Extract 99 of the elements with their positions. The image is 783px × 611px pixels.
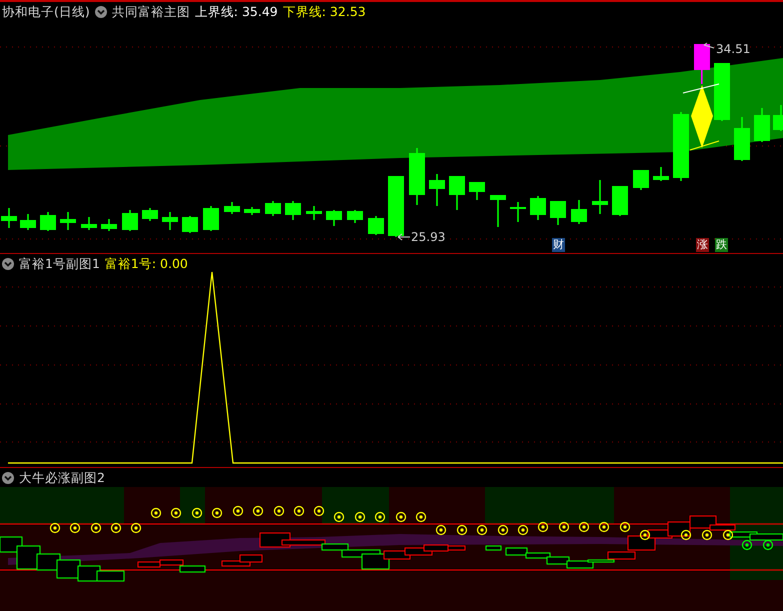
low-price-label: 25.93 xyxy=(411,230,446,244)
signal-circle xyxy=(436,524,446,536)
signal-circle xyxy=(456,524,468,536)
signal-circle xyxy=(90,522,102,534)
signal-circle xyxy=(578,522,590,532)
candlestick xyxy=(571,200,587,224)
signal-circle xyxy=(680,530,692,540)
signal-circle xyxy=(334,512,344,522)
signal-circle xyxy=(518,524,528,536)
signal-circle xyxy=(110,522,122,534)
candlestick xyxy=(530,196,546,220)
signal-circle xyxy=(722,530,734,540)
signal-circle xyxy=(742,540,752,550)
signal-marker: 涨 xyxy=(696,238,709,252)
signal-circle xyxy=(192,508,202,518)
candlestick xyxy=(224,202,240,214)
candlestick xyxy=(182,216,198,233)
candlestick xyxy=(694,44,710,84)
candlestick xyxy=(306,206,322,220)
candlestick xyxy=(60,212,76,230)
signal-circle xyxy=(396,512,406,522)
indicator-value: 富裕1号: 0.00 xyxy=(104,256,188,272)
indicator-name: 大牛必涨副图2 xyxy=(19,470,105,486)
candlestick xyxy=(1,208,17,228)
signal-circle xyxy=(170,508,182,518)
candlestick xyxy=(773,105,783,131)
candlestick xyxy=(101,219,117,231)
candlestick xyxy=(469,182,485,200)
lower-line-value: 下界线: 32.53 xyxy=(282,4,366,20)
candlestick xyxy=(244,207,260,215)
signal-circle xyxy=(50,522,60,534)
candlestick xyxy=(449,176,465,210)
diamond-marker xyxy=(691,85,713,148)
signal-circle xyxy=(252,506,264,516)
candlestick xyxy=(388,176,404,237)
candlestick xyxy=(612,186,628,216)
upper-line-value: 上界线: 35.49 xyxy=(194,4,278,20)
high-price-label: 34.51 xyxy=(716,42,750,56)
zone-background xyxy=(180,487,205,524)
candlestick xyxy=(368,216,384,235)
signal-circle xyxy=(620,522,630,532)
indicator-name: 共同富裕主图 xyxy=(112,4,190,20)
candlestick xyxy=(40,212,56,231)
collapse-icon[interactable] xyxy=(94,6,107,18)
trend-line xyxy=(682,84,720,94)
candlestick xyxy=(409,148,425,205)
signal-circle xyxy=(212,508,222,518)
candlestick xyxy=(285,201,301,220)
signal-marker: 跌 xyxy=(715,238,728,252)
signal-circle xyxy=(640,530,650,540)
candlestick xyxy=(203,206,219,231)
candlestick xyxy=(510,202,526,222)
collapse-icon[interactable] xyxy=(2,472,14,484)
signal-circle xyxy=(70,522,80,534)
bar-box xyxy=(486,546,502,550)
stock-title: 协和电子(日线) xyxy=(2,4,90,20)
signal-circle xyxy=(130,522,142,534)
signal-circle xyxy=(416,512,426,522)
signal-circle xyxy=(498,524,508,536)
candlestick xyxy=(673,112,689,181)
candlestick xyxy=(347,210,363,223)
candlestick xyxy=(754,108,770,142)
indicator-name: 富裕1号副图1 xyxy=(19,256,100,272)
signal-circle xyxy=(274,506,284,516)
signal-circle xyxy=(232,506,244,516)
arrow-icon xyxy=(398,234,410,240)
signal-circle xyxy=(314,506,324,516)
collapse-icon[interactable] xyxy=(2,258,14,270)
candlestick xyxy=(81,217,97,230)
signal-circle xyxy=(538,522,548,532)
candlestick xyxy=(326,210,342,226)
bar-box xyxy=(36,554,60,570)
signal-circle xyxy=(476,524,488,536)
candlestick xyxy=(490,195,506,227)
signal-marker: 财 xyxy=(552,238,565,252)
signal-circle xyxy=(558,522,570,532)
signal-circle xyxy=(702,530,712,540)
candlestick xyxy=(734,117,750,161)
candlestick xyxy=(633,170,649,190)
candlestick xyxy=(162,212,178,230)
candlestick xyxy=(122,210,138,231)
candlestick xyxy=(265,201,281,216)
zone-background xyxy=(322,487,389,524)
candlestick xyxy=(142,208,158,221)
trend-line xyxy=(690,140,720,150)
bar-box xyxy=(56,560,80,578)
signal-circle xyxy=(354,512,366,522)
candlestick xyxy=(20,214,36,230)
signal-circle xyxy=(762,540,774,550)
candlestick xyxy=(429,174,445,206)
signal-circle xyxy=(150,508,162,518)
candlestick xyxy=(714,63,730,121)
candlestick xyxy=(592,180,608,214)
candlestick xyxy=(653,167,669,181)
signal-circle xyxy=(598,522,610,532)
signal-circle xyxy=(374,512,386,522)
arrow-icon xyxy=(704,42,714,48)
candlestick xyxy=(550,201,566,225)
signal-circle xyxy=(294,506,304,516)
